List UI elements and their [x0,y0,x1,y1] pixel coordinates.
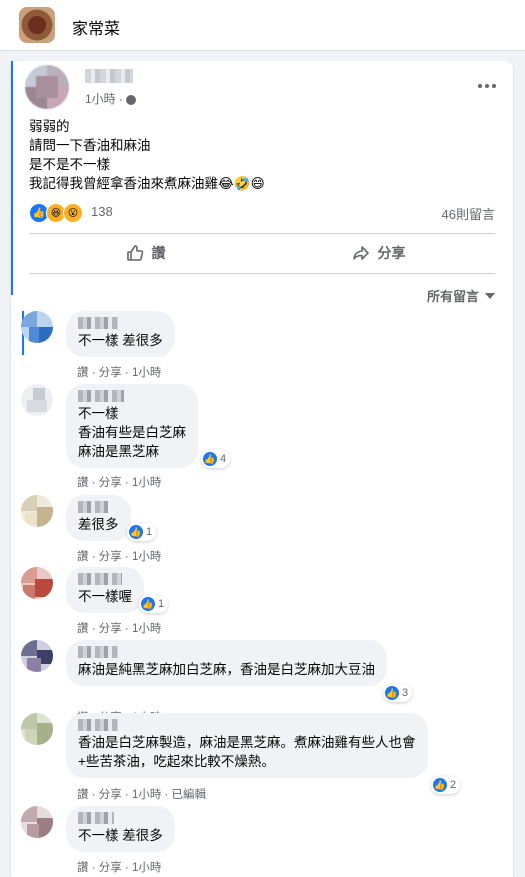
post-body: 弱弱的 請問一下香油和麻油 是不是不一樣 我記得我曾經拿香油來煮麻油雞😂🤣😄 [29,117,265,193]
like-count: 4 [220,453,227,465]
comment-text: 麻油是純黑芝麻加白芝麻，香油是白芝麻加大豆油 [78,662,375,677]
like-label: 讚 [151,245,166,261]
like-icon: 👍 [433,778,447,792]
comment-actions[interactable]: 讚 · 分享 · 1小時 [77,859,161,875]
comment-bubble: 差很多 [66,495,131,541]
comment-like-count[interactable]: 👍 4 [201,450,231,468]
dot-icon [485,84,489,88]
commenter-name[interactable] [78,390,124,402]
sort-label: 所有留言 [426,289,479,304]
commenter-avatar[interactable] [21,311,53,343]
post-meta: 1小時 · [85,90,136,107]
like-count: 2 [450,779,457,791]
wow-reaction-icon: 😮 [63,203,83,223]
comment-like-count[interactable]: 👍 1 [139,595,169,613]
comment-text: 麻油是黑芝麻 [78,444,159,459]
commenter-avatar[interactable] [21,713,53,745]
thumbs-up-icon [126,245,143,261]
commenter-name[interactable] [78,812,114,824]
comment-text: 不一樣 [78,406,119,421]
comment-bubble: 不一樣 差很多 [66,806,175,852]
commenter-name[interactable] [78,317,118,329]
group-avatar[interactable] [19,7,55,43]
commenter-name[interactable] [78,501,108,513]
comment-sort-dropdown[interactable]: 所有留言 [427,286,495,305]
like-icon: 👍 [141,597,155,611]
comment-text: 不一樣喔 [78,589,132,604]
commenter-avatar[interactable] [21,806,53,838]
like-count: 3 [402,687,409,699]
reaction-count[interactable]: 138 [91,204,113,219]
share-button[interactable]: 分享 [262,234,495,272]
share-icon [352,246,369,260]
caret-down-icon [485,292,495,299]
post-accent-bar [11,61,13,295]
comment-text: 不一樣 差很多 [78,333,163,348]
comment-actions[interactable]: 讚 · 分享 · 1小時 · 已編輯 [77,786,206,802]
post-line: 我記得我曾經拿香油來煮麻油雞😂🤣😄 [29,176,265,191]
comment-bubble: 香油是白芝麻製造，麻油是黑芝麻。煮麻油雞有些人也會 +些苦茶油，吃起來比較不燥熱… [66,713,428,778]
commenter-name[interactable] [78,719,118,731]
post-actions: 讚 分享 [29,234,495,272]
post-line: 是不是不一樣 [29,157,110,172]
reaction-icons[interactable]: 👍 😆 😮 [29,203,83,223]
divider [29,273,495,274]
comment-like-count[interactable]: 👍 1 [127,523,157,541]
share-label: 分享 [377,245,406,261]
like-count: 1 [158,598,165,610]
comment-text: +些苦茶油，吃起來比較不燥熱。 [78,754,275,769]
like-icon: 👍 [203,452,217,466]
dot-icon [492,84,496,88]
post-time[interactable]: 1小時 [85,90,116,107]
comment-actions[interactable]: 讚 · 分享 · 1小時 [77,620,161,636]
like-count: 1 [146,526,153,538]
comment-text: 香油有些是白芝麻 [78,425,186,440]
commenter-name[interactable] [78,646,118,658]
commenter-avatar[interactable] [21,567,53,599]
comment-bubble: 麻油是純黑芝麻加白芝麻，香油是白芝麻加大豆油 [66,640,387,686]
comment-bubble: 不一樣 差很多 [66,311,175,357]
comment-bubble: 不一樣 香油有些是白芝麻 麻油是黑芝麻 [66,384,198,468]
comment-count[interactable]: 46則留言 [442,204,495,223]
like-icon: 👍 [385,686,399,700]
group-title[interactable]: 家常菜 [72,15,120,39]
commenter-name[interactable] [78,573,122,585]
top-bar: 家常菜 [0,0,525,51]
reactions-summary: 👍 😆 😮 138 46則留言 [29,203,495,223]
post-line: 請問一下香油和麻油 [29,138,151,153]
post-card: 1小時 · 弱弱的 請問一下香油和麻油 是不是不一樣 我記得我曾經拿香油來煮麻油… [11,61,513,877]
globe-icon [125,94,136,105]
comment-text: 差很多 [78,517,119,532]
more-options-button[interactable] [473,77,501,95]
commenter-avatar[interactable] [21,384,53,416]
author-avatar[interactable] [25,65,69,109]
comment-bubble: 不一樣喔 [66,567,144,613]
author-name[interactable] [85,69,133,83]
comment-text: 香油是白芝麻製造，麻油是黑芝麻。煮麻油雞有些人也會 [78,735,416,750]
comment-actions[interactable]: 讚 · 分享 · 1小時 [77,548,161,564]
commenter-avatar[interactable] [21,640,53,672]
separator-dot: · [118,91,123,106]
comment-actions[interactable]: 讚 · 分享 · 1小時 [77,474,161,490]
comment-like-count[interactable]: 👍 3 [383,684,413,702]
like-icon: 👍 [129,525,143,539]
comment-text: 不一樣 差很多 [78,828,163,843]
comment-like-count[interactable]: 👍 2 [431,776,461,794]
dot-icon [478,84,482,88]
comment-actions[interactable]: 讚 · 分享 · 1小時 [77,364,161,380]
post-line: 弱弱的 [29,119,70,134]
like-button[interactable]: 讚 [29,234,262,272]
commenter-avatar[interactable] [21,495,53,527]
